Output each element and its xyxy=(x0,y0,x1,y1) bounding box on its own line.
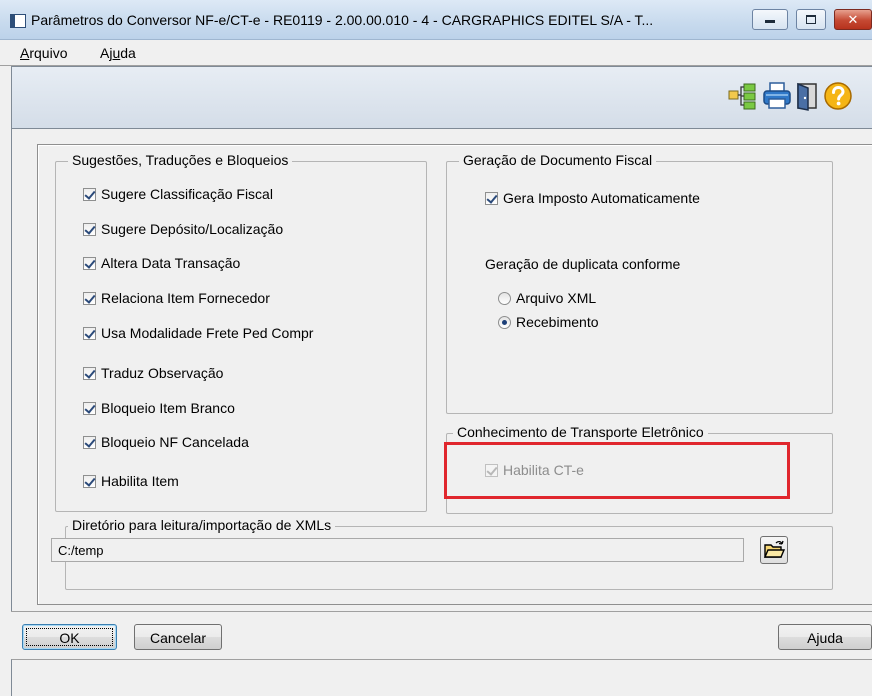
checkbox-gera-imposto-automaticamente[interactable]: Gera Imposto Automaticamente xyxy=(485,188,700,208)
maximize-button[interactable] xyxy=(796,9,826,30)
checkbox-box[interactable] xyxy=(485,192,498,205)
exit-door-icon[interactable] xyxy=(792,81,822,111)
checkbox-bloqueio-item-branco[interactable]: Bloqueio Item Branco xyxy=(83,398,235,418)
radio-arquivo-xml[interactable]: Arquivo XML xyxy=(498,288,596,308)
main-area: Sugestões, Traduções e Bloqueios Sugere … xyxy=(11,129,872,612)
radio-recebimento[interactable]: Recebimento xyxy=(498,312,599,332)
group-sugestoes-legend: Sugestões, Traduções e Bloqueios xyxy=(68,152,293,168)
printer-icon[interactable] xyxy=(762,81,792,111)
directory-path-input[interactable] xyxy=(51,538,744,562)
group-sugestoes: Sugestões, Traduções e Bloqueios Sugere … xyxy=(55,152,427,512)
checkbox-box[interactable] xyxy=(83,327,96,340)
hierarchy-tree-icon[interactable] xyxy=(727,81,757,111)
checkbox-box[interactable] xyxy=(83,188,96,201)
separator-line xyxy=(11,611,872,612)
status-strip xyxy=(11,659,872,696)
menu-arquivo[interactable]: Arquivo xyxy=(20,45,67,61)
parameters-panel: Sugestões, Traduções e Bloqueios Sugere … xyxy=(37,144,872,605)
open-folder-icon xyxy=(763,540,786,558)
focus-ring xyxy=(26,628,113,646)
help-question-icon[interactable] xyxy=(823,81,853,111)
cancel-button[interactable]: Cancelar xyxy=(134,624,222,650)
checkbox-box[interactable] xyxy=(83,257,96,270)
maximize-icon xyxy=(806,14,816,24)
checkbox-bloqueio-nf-cancelada[interactable]: Bloqueio NF Cancelada xyxy=(83,432,249,452)
close-icon: ✕ xyxy=(847,12,859,27)
checkbox-box[interactable] xyxy=(83,475,96,488)
checkbox-usa-modalidade-frete[interactable]: Usa Modalidade Frete Ped Compr xyxy=(83,323,313,343)
group-diretorio-legend: Diretório para leitura/importação de XML… xyxy=(68,517,336,533)
checkbox-box[interactable] xyxy=(83,223,96,236)
checkbox-box[interactable] xyxy=(83,402,96,415)
app-window-icon xyxy=(10,14,26,28)
toolbar xyxy=(11,66,872,129)
radio-circle[interactable] xyxy=(498,316,511,329)
ok-button[interactable]: OK xyxy=(22,624,117,650)
checkbox-box[interactable] xyxy=(83,367,96,380)
checkbox-box[interactable] xyxy=(83,436,96,449)
close-button[interactable]: ✕ xyxy=(834,9,872,30)
browse-folder-button[interactable] xyxy=(760,536,788,564)
help-button[interactable]: Ajuda xyxy=(778,624,872,650)
checkbox-habilita-item[interactable]: Habilita Item xyxy=(83,471,179,491)
checkbox-box[interactable] xyxy=(83,292,96,305)
checkbox-altera-data-transacao[interactable]: Altera Data Transação xyxy=(83,253,240,273)
checkbox-relaciona-item-fornecedor[interactable]: Relaciona Item Fornecedor xyxy=(83,288,270,308)
menu-ajuda[interactable]: Ajuda xyxy=(100,45,136,61)
minimize-button[interactable] xyxy=(752,9,788,30)
duplicata-label: Geração de duplicata conforme xyxy=(485,256,681,272)
radio-circle[interactable] xyxy=(498,292,511,305)
window-title: Parâmetros do Conversor NF-e/CT-e - RE01… xyxy=(31,12,654,28)
menu-bar: Arquivo Ajuda xyxy=(0,40,872,66)
group-cte-legend: Conhecimento de Transporte Eletrônico xyxy=(453,424,708,440)
title-bar: Parâmetros do Conversor NF-e/CT-e - RE01… xyxy=(0,0,872,40)
checkbox-sugere-classificacao-fiscal[interactable]: Sugere Classificação Fiscal xyxy=(83,184,273,204)
group-geracao-legend: Geração de Documento Fiscal xyxy=(459,152,657,168)
checkbox-sugere-deposito-localizacao[interactable]: Sugere Depósito/Localização xyxy=(83,219,283,239)
cte-highlight-box xyxy=(444,442,790,499)
group-geracao-documento-fiscal: Geração de Documento Fiscal Gera Imposto… xyxy=(446,152,833,414)
checkbox-traduz-observacao[interactable]: Traduz Observação xyxy=(83,363,223,383)
minimize-icon xyxy=(765,19,775,23)
